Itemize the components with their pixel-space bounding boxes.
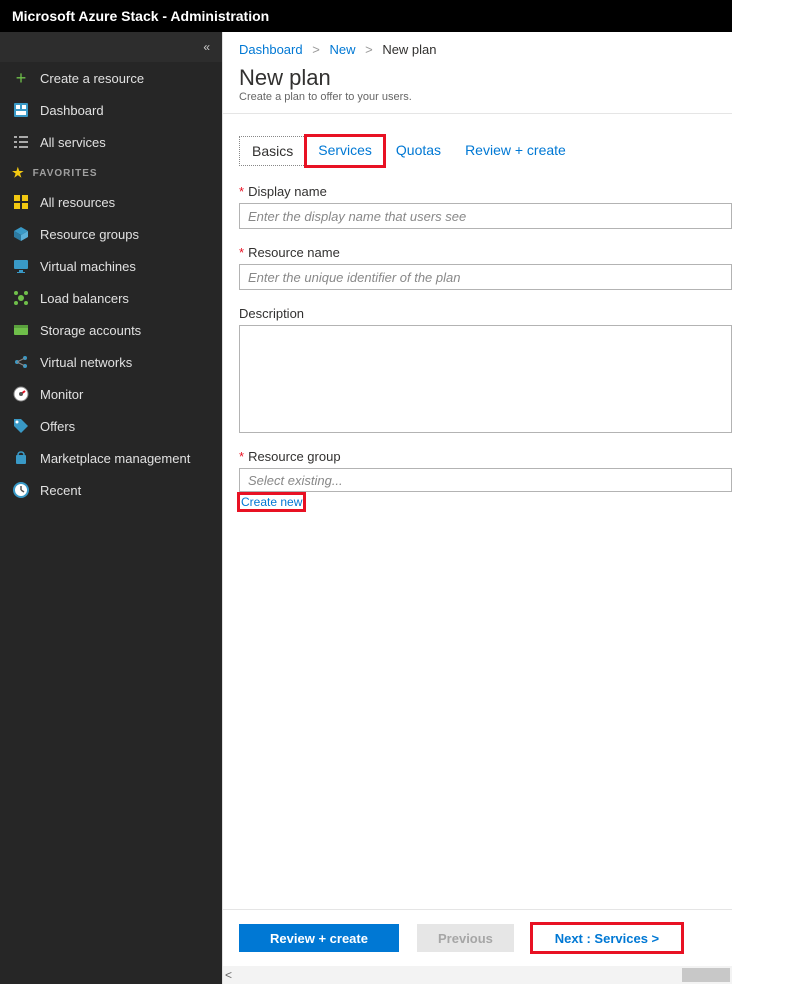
tab-quotas[interactable]: Quotas bbox=[384, 136, 453, 166]
breadcrumb-link-new[interactable]: New bbox=[329, 42, 355, 57]
sidebar-label: Storage accounts bbox=[40, 323, 141, 338]
field-description: Description bbox=[239, 306, 732, 433]
list-icon bbox=[12, 133, 30, 151]
sidebar-item-dashboard[interactable]: Dashboard bbox=[0, 94, 222, 126]
sidebar-label: Create a resource bbox=[40, 71, 144, 86]
sidebar-item-all-services[interactable]: All services bbox=[0, 126, 222, 158]
chevron-left-icon: < bbox=[225, 968, 232, 982]
placeholder-text: Enter the unique identifier of the plan bbox=[248, 270, 460, 285]
review-create-button[interactable]: Review + create bbox=[239, 924, 399, 952]
sidebar-label: All resources bbox=[40, 195, 115, 210]
field-resource-group: *Resource group Select existing... Creat… bbox=[239, 449, 732, 510]
sidebar-item-offers[interactable]: Offers bbox=[0, 410, 222, 442]
chevron-right-icon: > bbox=[365, 42, 373, 57]
favorites-header: ★ FAVORITES bbox=[0, 160, 222, 186]
resource-group-label: Resource group bbox=[248, 449, 341, 464]
sidebar-item-marketplace[interactable]: Marketplace management bbox=[0, 442, 222, 474]
display-name-input[interactable]: Enter the display name that users see bbox=[239, 203, 732, 229]
display-name-label: Display name bbox=[248, 184, 327, 199]
scrollbar-thumb[interactable] bbox=[682, 968, 730, 982]
sidebar-item-all-resources[interactable]: All resources bbox=[0, 186, 222, 218]
topbar: Microsoft Azure Stack - Administration bbox=[0, 0, 732, 32]
create-new-link[interactable]: Create new bbox=[239, 494, 304, 510]
clock-icon bbox=[12, 481, 30, 499]
sidebar-item-virtual-machines[interactable]: Virtual machines bbox=[0, 250, 222, 282]
description-label: Description bbox=[239, 306, 304, 321]
tab-basics[interactable]: Basics bbox=[239, 136, 306, 166]
network-icon bbox=[12, 353, 30, 371]
sidebar-label: Monitor bbox=[40, 387, 83, 402]
cube-icon bbox=[12, 225, 30, 243]
gauge-icon bbox=[12, 385, 30, 403]
form-content: Basics Services Quotas Review + create *… bbox=[223, 114, 732, 909]
page-title: New plan bbox=[223, 61, 732, 91]
sidebar-label: Offers bbox=[40, 419, 75, 434]
tag-icon bbox=[12, 417, 30, 435]
grid-icon bbox=[12, 193, 30, 211]
tab-services[interactable]: Services bbox=[306, 136, 384, 166]
field-display-name: *Display name Enter the display name tha… bbox=[239, 184, 732, 229]
tab-review-create[interactable]: Review + create bbox=[453, 136, 578, 166]
sidebar-item-storage-accounts[interactable]: Storage accounts bbox=[0, 314, 222, 346]
breadcrumb-link-dashboard[interactable]: Dashboard bbox=[239, 42, 303, 57]
resource-name-label: Resource name bbox=[248, 245, 340, 260]
footer-actions: Review + create Previous Next : Services… bbox=[223, 909, 732, 966]
sidebar-item-virtual-networks[interactable]: Virtual networks bbox=[0, 346, 222, 378]
dashboard-icon bbox=[12, 101, 30, 119]
sidebar: « + Create a resource Dashboard All serv… bbox=[0, 32, 222, 984]
main-panel: Dashboard > New > New plan New plan Crea… bbox=[222, 32, 732, 984]
tabs: Basics Services Quotas Review + create bbox=[239, 136, 732, 166]
sidebar-label: All services bbox=[40, 135, 106, 150]
sidebar-label: Resource groups bbox=[40, 227, 139, 242]
sidebar-label: Virtual networks bbox=[40, 355, 132, 370]
sidebar-item-monitor[interactable]: Monitor bbox=[0, 378, 222, 410]
chevron-double-left-icon: « bbox=[203, 40, 210, 54]
create-resource-button[interactable]: + Create a resource bbox=[0, 62, 222, 94]
favorites-label: FAVORITES bbox=[33, 168, 98, 179]
monitor-icon bbox=[12, 257, 30, 275]
page-subtitle: Create a plan to offer to your users. bbox=[223, 91, 732, 114]
horizontal-scrollbar[interactable]: < bbox=[223, 966, 732, 984]
sidebar-item-load-balancers[interactable]: Load balancers bbox=[0, 282, 222, 314]
chevron-right-icon: > bbox=[312, 42, 320, 57]
plus-icon: + bbox=[12, 69, 30, 87]
field-resource-name: *Resource name Enter the unique identifi… bbox=[239, 245, 732, 290]
next-services-button[interactable]: Next : Services > bbox=[532, 924, 682, 952]
breadcrumb-current: New plan bbox=[382, 42, 436, 57]
resource-group-select[interactable]: Select existing... bbox=[239, 468, 732, 492]
resource-name-input[interactable]: Enter the unique identifier of the plan bbox=[239, 264, 732, 290]
sidebar-label: Load balancers bbox=[40, 291, 129, 306]
placeholder-text: Enter the display name that users see bbox=[248, 209, 466, 224]
breadcrumb: Dashboard > New > New plan bbox=[223, 32, 732, 61]
load-balancer-icon bbox=[12, 289, 30, 307]
sidebar-item-resource-groups[interactable]: Resource groups bbox=[0, 218, 222, 250]
description-textarea[interactable] bbox=[239, 325, 732, 433]
sidebar-item-recent[interactable]: Recent bbox=[0, 474, 222, 506]
sidebar-label: Marketplace management bbox=[40, 451, 190, 466]
placeholder-text: Select existing... bbox=[248, 473, 343, 488]
sidebar-label: Recent bbox=[40, 483, 81, 498]
previous-button: Previous bbox=[417, 924, 514, 952]
sidebar-label: Dashboard bbox=[40, 103, 104, 118]
storage-icon bbox=[12, 321, 30, 339]
star-icon: ★ bbox=[12, 165, 25, 181]
sidebar-label: Virtual machines bbox=[40, 259, 136, 274]
app-title: Microsoft Azure Stack - Administration bbox=[12, 8, 269, 24]
bag-icon bbox=[12, 449, 30, 467]
sidebar-collapse-button[interactable]: « bbox=[0, 32, 222, 62]
